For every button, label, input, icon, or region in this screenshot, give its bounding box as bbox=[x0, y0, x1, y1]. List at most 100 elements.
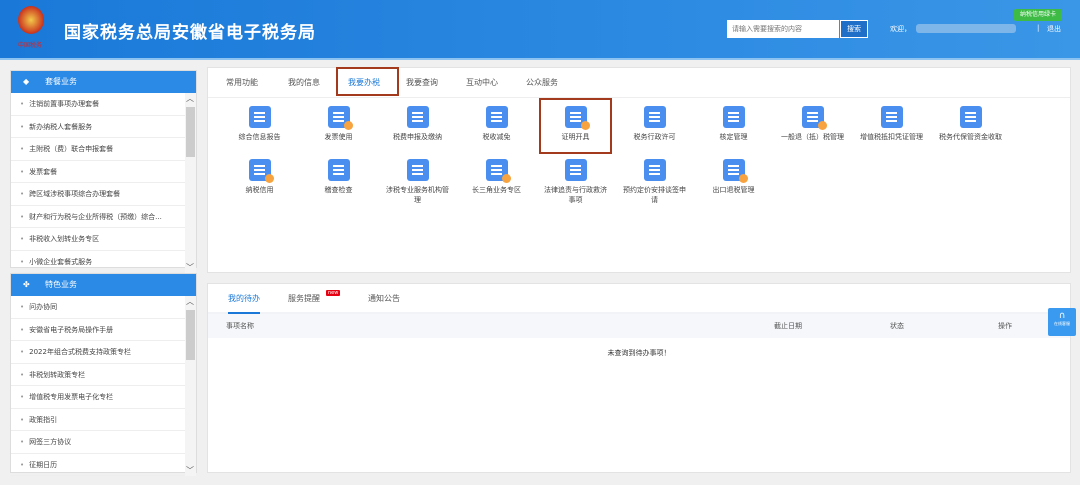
sidebar-item[interactable]: 主附税（费）联合申报套餐 bbox=[11, 138, 186, 161]
layers-icon: ◆ bbox=[23, 77, 30, 86]
function-icon bbox=[406, 159, 429, 181]
new-badge: new bbox=[326, 290, 341, 296]
tab-main[interactable]: 互动中心 bbox=[466, 68, 498, 98]
sidebar-item[interactable]: 征期日历 bbox=[11, 454, 186, 476]
function-label: 税费申报及缴纳 bbox=[393, 133, 442, 141]
function-item[interactable]: 纳税信用 bbox=[220, 159, 299, 195]
function-item[interactable]: 预约定价安排谈签申请 bbox=[615, 159, 694, 205]
col-action: 操作 bbox=[998, 322, 1012, 330]
sidebar-item[interactable]: 新办纳税人套餐服务 bbox=[11, 116, 186, 138]
emblem-logo bbox=[18, 6, 44, 34]
sidebar-item[interactable]: 发票套餐 bbox=[11, 161, 186, 183]
function-item[interactable]: 涉税专业服务机构管理 bbox=[378, 159, 457, 205]
function-item[interactable]: 税务行政许可 bbox=[615, 106, 694, 142]
scrollbar[interactable]: ︿ ﹀ bbox=[185, 296, 196, 476]
scroll-thumb[interactable] bbox=[186, 310, 195, 360]
tab-main[interactable]: 我的信息 bbox=[288, 68, 320, 98]
online-service-button[interactable]: ∩ 在线客服 bbox=[1048, 308, 1076, 336]
section-title: 套餐业务 bbox=[45, 77, 77, 86]
headset-icon: ∩ bbox=[1058, 311, 1066, 321]
function-icon bbox=[564, 106, 590, 130]
function-icon bbox=[406, 106, 429, 128]
function-label: 稽查检查 bbox=[324, 186, 353, 194]
function-item[interactable]: 长三角业务专区 bbox=[457, 159, 536, 195]
function-item[interactable]: 税收减免 bbox=[457, 106, 536, 142]
sidebar-item[interactable]: 小微企业套餐式服务 bbox=[11, 251, 186, 273]
scroll-thumb[interactable] bbox=[186, 107, 195, 157]
welcome-text: 欢迎， bbox=[890, 25, 911, 33]
sidebar-item[interactable]: 财产和行为税与企业所得税（预缴）综合... bbox=[11, 206, 186, 228]
tab-service-reminder[interactable]: 服务提醒 bbox=[288, 284, 320, 314]
function-item[interactable]: 税费申报及缴纳 bbox=[378, 106, 457, 142]
function-item[interactable]: 稽查检查 bbox=[299, 159, 378, 195]
chevron-up-icon[interactable]: ︿ bbox=[186, 296, 194, 307]
function-icon bbox=[327, 106, 353, 130]
sidebar-item[interactable]: 注销前置事项办理套餐 bbox=[11, 93, 186, 116]
function-icon bbox=[880, 106, 903, 128]
sidebar-item[interactable]: 问办协同 bbox=[11, 296, 186, 319]
sidebar-item[interactable]: 非税收入划转业务专区 bbox=[11, 228, 186, 251]
function-item[interactable]: 核定管理 bbox=[694, 106, 773, 142]
function-label: 法律追责与行政救济事项 bbox=[544, 186, 607, 204]
function-icon bbox=[722, 159, 748, 183]
list: ︿﹀ 问办协同安徽省电子税务局操作手册2022年组合式税费支持政策专栏非税划转政… bbox=[11, 296, 196, 476]
sidebar-featured-services: ✤特色业务 ︿﹀ 问办协同安徽省电子税务局操作手册2022年组合式税费支持政策专… bbox=[10, 273, 197, 476]
function-item[interactable]: 一般退（抵）税管理 bbox=[773, 106, 852, 142]
chevron-down-icon[interactable]: ﹀ bbox=[186, 262, 194, 273]
credit-badge[interactable]: 纳税信用绿卡 bbox=[1014, 9, 1062, 21]
function-label: 增值税抵扣凭证管理 bbox=[860, 133, 923, 141]
sidebar-item[interactable]: 安徽省电子税务局操作手册 bbox=[11, 319, 186, 341]
list: ︿﹀ 注销前置事项办理套餐新办纳税人套餐服务主附税（费）联合申报套餐发票套餐跨区… bbox=[11, 93, 196, 273]
logout-link[interactable]: 退出 bbox=[1047, 24, 1061, 34]
sidebar-item[interactable]: 跨区域涉税事项综合办理套餐 bbox=[11, 183, 186, 206]
col-deadline: 截止日期 bbox=[774, 322, 802, 330]
function-label: 纳税信用 bbox=[245, 186, 274, 194]
function-label: 预约定价安排谈签申请 bbox=[623, 186, 686, 204]
sidebar-item[interactable]: 非税划转政策专栏 bbox=[11, 364, 186, 386]
function-label: 涉税专业服务机构管理 bbox=[386, 186, 449, 204]
function-item[interactable]: 出口退税管理 bbox=[694, 159, 773, 195]
function-item[interactable]: 综合信息报告 bbox=[220, 106, 299, 142]
col-name: 事项名称 bbox=[226, 322, 254, 330]
table-header: 事项名称 截止日期 状态 操作 bbox=[208, 314, 1070, 338]
function-label: 证明开具 bbox=[561, 133, 590, 141]
todo-tabs: 我的待办 服务提醒 通知公告 bbox=[208, 284, 1070, 314]
function-label: 发票使用 bbox=[324, 133, 353, 141]
tab-main[interactable]: 常用功能 bbox=[226, 68, 258, 98]
sidebar-item[interactable]: 网签三方协议 bbox=[11, 431, 186, 454]
function-icon bbox=[643, 106, 666, 128]
sidebar-item[interactable]: 2022年组合式税费支持政策专栏 bbox=[11, 341, 186, 364]
function-label: 综合信息报告 bbox=[238, 133, 281, 141]
tab-main[interactable]: 我要查询 bbox=[406, 68, 438, 98]
sidebar-item[interactable]: 政策指引 bbox=[11, 409, 186, 431]
tab-notices[interactable]: 通知公告 bbox=[368, 284, 400, 314]
highlight-box bbox=[336, 67, 399, 96]
tab-main[interactable]: 公众服务 bbox=[526, 68, 558, 98]
todo-panel: 我的待办 服务提醒 通知公告 事项名称 截止日期 状态 操作 未查询到待办事项！ bbox=[207, 283, 1071, 473]
online-service-label: 在线客服 bbox=[1054, 321, 1070, 326]
header: 中国税务 国家税务总局安徽省电子税务局 搜索 纳税信用绿卡 欢迎， | 退出 bbox=[0, 0, 1080, 60]
function-item[interactable]: 发票使用 bbox=[299, 106, 378, 142]
function-label: 税务行政许可 bbox=[633, 133, 676, 141]
tab-my-todo[interactable]: 我的待办 bbox=[228, 284, 260, 314]
user-name-blurred bbox=[916, 24, 1016, 33]
logo-text: 中国税务 bbox=[18, 42, 43, 49]
function-icon bbox=[801, 106, 827, 130]
function-item[interactable]: 税务代保管资金收取 bbox=[931, 106, 1010, 142]
scrollbar[interactable]: ︿ ﹀ bbox=[185, 93, 196, 273]
function-icon bbox=[643, 159, 666, 181]
function-icon bbox=[722, 106, 745, 128]
chevron-up-icon[interactable]: ︿ bbox=[186, 93, 194, 104]
search-button[interactable]: 搜索 bbox=[840, 20, 868, 38]
function-icon bbox=[959, 106, 982, 128]
sidebar-item[interactable]: 增值税专用发票电子化专栏 bbox=[11, 386, 186, 409]
function-item[interactable]: 增值税抵扣凭证管理 bbox=[852, 106, 931, 142]
function-label: 核定管理 bbox=[719, 133, 748, 141]
sidebar-package-services: ◆套餐业务 ︿﹀ 注销前置事项办理套餐新办纳税人套餐服务主附税（费）联合申报套餐… bbox=[10, 70, 197, 273]
function-item[interactable]: 法律追责与行政救济事项 bbox=[536, 159, 615, 205]
function-item[interactable]: 证明开具 bbox=[536, 106, 615, 142]
function-label: 出口退税管理 bbox=[712, 186, 755, 194]
search-input[interactable] bbox=[727, 20, 839, 38]
chevron-down-icon[interactable]: ﹀ bbox=[186, 465, 194, 476]
function-icon bbox=[327, 159, 350, 181]
